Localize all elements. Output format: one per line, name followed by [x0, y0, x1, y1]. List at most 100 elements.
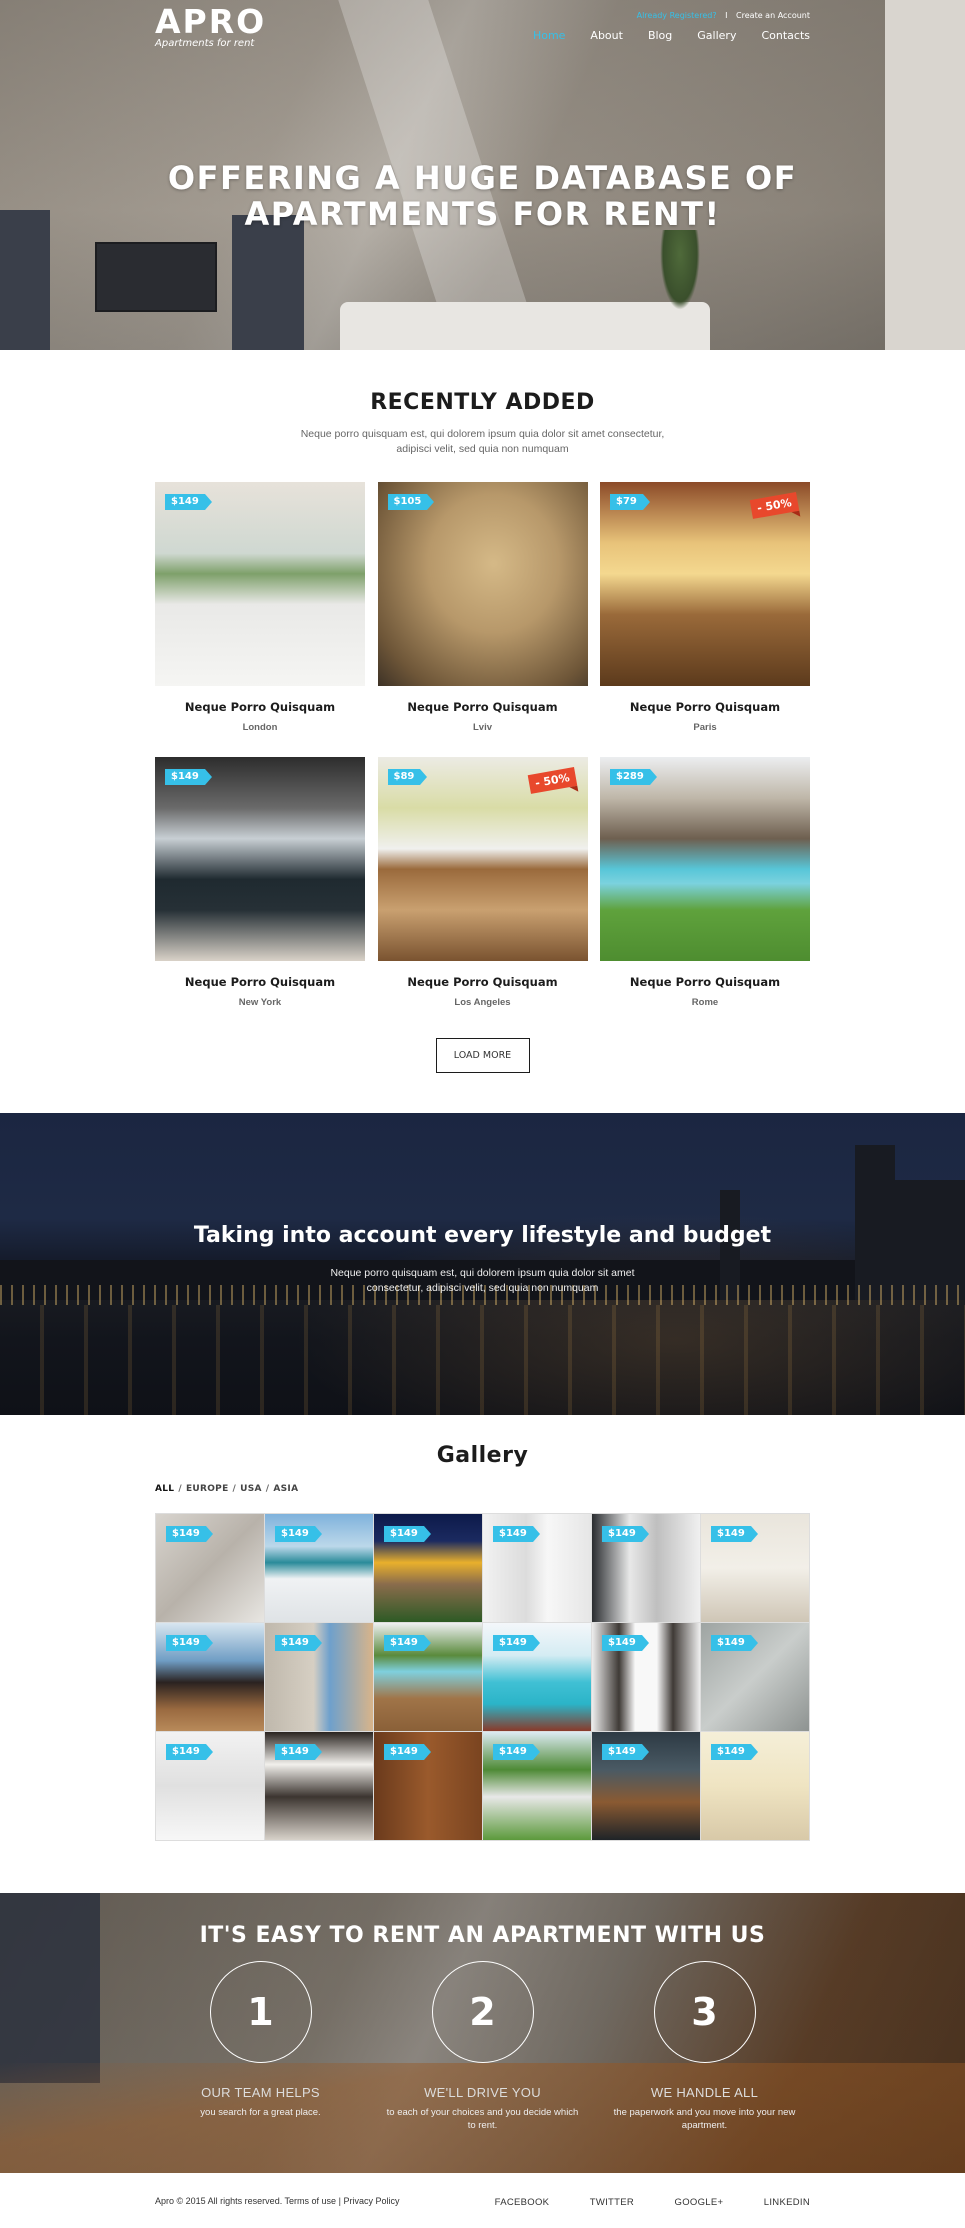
price-tag: $149 — [275, 1526, 322, 1542]
gallery-item[interactable]: $149 — [483, 1514, 591, 1622]
social-links: FACEBOOK TWITTER GOOGLE+ LINKEDIN — [459, 2192, 810, 2210]
listing-photo — [600, 757, 810, 961]
price-tag: $149 — [166, 1744, 213, 1760]
already-registered-link[interactable]: Already Registered? — [637, 11, 717, 20]
price-tag: $149 — [384, 1744, 431, 1760]
listing-card[interactable]: $149 Neque Porro Quisquam New York — [155, 757, 365, 1008]
gallery-item[interactable]: $149 — [701, 1514, 809, 1622]
filter-europe[interactable]: EUROPE — [186, 1484, 229, 1494]
facebook-link[interactable]: FACEBOOK — [495, 2197, 550, 2208]
steps-list: 1 OUR TEAM HELPS you search for a great … — [0, 1961, 965, 2132]
gallery-item[interactable]: $149 — [701, 1732, 809, 1840]
gallery-item[interactable]: $149 — [592, 1623, 700, 1731]
terms-link[interactable]: Terms of use — [285, 2196, 337, 2206]
footer-copyright: Apro © 2015 All rights reserved. Terms o… — [155, 2196, 399, 2206]
price-tag: $149 — [711, 1526, 758, 1542]
gallery-item[interactable]: $149 — [374, 1623, 482, 1731]
step-number-circle: 2 — [431, 1961, 534, 2063]
price-tag: $289 — [610, 769, 657, 785]
price-tag: $149 — [166, 1635, 213, 1651]
listing-card[interactable]: $79 - 50% Neque Porro Quisquam Paris — [600, 482, 810, 733]
load-more-button[interactable]: LOAD MORE — [435, 1038, 530, 1073]
nav-home[interactable]: Home — [533, 29, 565, 42]
listing-title[interactable]: Neque Porro Quisquam — [155, 700, 365, 714]
main-nav: Home About Blog Gallery Contacts — [508, 29, 810, 42]
listing-image[interactable]: $149 — [155, 482, 365, 686]
gallery-item[interactable]: $149 — [701, 1623, 809, 1731]
price-tag: $149 — [602, 1635, 649, 1651]
listing-city: London — [242, 722, 278, 733]
listing-title[interactable]: Neque Porro Quisquam — [600, 975, 810, 989]
filter-separator: / — [232, 1484, 237, 1494]
gallery-item[interactable]: $149 — [483, 1732, 591, 1840]
step-description: to each of your choices and you decide w… — [386, 2107, 579, 2131]
recently-added-title: RECENTLY ADDED — [370, 390, 595, 415]
listing-image[interactable]: $289 — [600, 757, 810, 961]
gallery-item[interactable]: $149 — [265, 1514, 373, 1622]
nav-contacts[interactable]: Contacts — [761, 29, 810, 42]
nav-about[interactable]: About — [590, 29, 623, 42]
steps-title: IT'S EASY TO RENT AN APARTMENT WITH US — [199, 1923, 766, 1948]
step-title: OUR TEAM HELPS — [201, 2085, 320, 2100]
site-logo[interactable]: APRO Apartments for rent — [155, 2, 267, 50]
listing-image[interactable]: $79 - 50% — [600, 482, 810, 686]
gallery-item[interactable]: $149 — [265, 1732, 373, 1840]
listing-image[interactable]: $89 - 50% — [377, 757, 588, 961]
listing-title[interactable]: Neque Porro Quisquam — [378, 700, 588, 714]
google-plus-link[interactable]: GOOGLE+ — [675, 2197, 724, 2208]
gallery-item[interactable]: $149 — [156, 1732, 264, 1840]
step-number-circle: 1 — [209, 1961, 312, 2063]
recently-added-section: RECENTLY ADDED Neque porro quisquam est,… — [0, 350, 965, 1093]
gallery-item[interactable]: $149 — [592, 1732, 700, 1840]
step-item: 3 WE HANDLE ALL the paperwork and you mo… — [594, 1961, 816, 2132]
twitter-link[interactable]: TWITTER — [590, 2197, 634, 2208]
linkedin-link[interactable]: LINKEDIN — [764, 2197, 810, 2208]
hero-background-plant — [660, 230, 700, 310]
step-item: 1 OUR TEAM HELPS you search for a great … — [150, 1961, 372, 2132]
logo-name: APRO — [155, 2, 267, 41]
gallery-item[interactable]: $149 — [374, 1732, 482, 1840]
listing-grid: $149 Neque Porro Quisquam London $105 Ne… — [155, 482, 810, 1008]
filter-all[interactable]: ALL — [155, 1484, 174, 1494]
price-tag: $149 — [711, 1744, 758, 1760]
listing-photo — [155, 757, 365, 961]
listing-photo — [377, 482, 588, 686]
step-title: WE'LL DRIVE YOU — [424, 2085, 541, 2100]
gallery-item[interactable]: $149 — [156, 1514, 264, 1622]
nav-blog[interactable]: Blog — [648, 29, 672, 42]
banner-title: Taking into account every lifestyle and … — [193, 1223, 772, 1248]
create-account-link[interactable]: Create an Account — [736, 11, 810, 20]
gallery-item[interactable]: $149 — [374, 1514, 482, 1622]
step-title: WE HANDLE ALL — [650, 2085, 759, 2100]
filter-usa[interactable]: USA — [240, 1484, 262, 1494]
listing-title[interactable]: Neque Porro Quisquam — [600, 700, 810, 714]
gallery-item[interactable]: $149 — [483, 1623, 591, 1731]
filter-asia[interactable]: ASIA — [273, 1484, 298, 1494]
nav-gallery[interactable]: Gallery — [697, 29, 736, 42]
listing-card[interactable]: $149 Neque Porro Quisquam London — [155, 482, 365, 733]
listing-image[interactable]: $105 — [377, 482, 588, 686]
listing-title[interactable]: Neque Porro Quisquam — [155, 975, 365, 989]
footer-separator: | — [338, 2195, 341, 2206]
hero-section: APRO Apartments for rent Already Registe… — [0, 0, 965, 350]
site-footer: Apro © 2015 All rights reserved. Terms o… — [0, 2173, 965, 2228]
price-tag: $149 — [711, 1635, 758, 1651]
filter-separator: / — [178, 1484, 182, 1494]
price-tag: $89 — [387, 769, 428, 785]
gallery-item[interactable]: $149 — [156, 1623, 264, 1731]
gallery-item[interactable]: $149 — [592, 1514, 700, 1622]
privacy-link[interactable]: Privacy Policy — [343, 2196, 399, 2206]
listing-card[interactable]: $105 Neque Porro Quisquam Lviv — [377, 482, 588, 733]
listing-card[interactable]: $289 Neque Porro Quisquam Rome — [600, 757, 810, 1008]
price-tag: $149 — [275, 1744, 322, 1760]
price-tag: $149 — [275, 1635, 322, 1651]
gallery-filters: ALL / EUROPE / USA / ASIA — [155, 1484, 810, 1494]
listing-card[interactable]: $89 - 50% Neque Porro Quisquam Los Angel… — [377, 757, 588, 1008]
listing-title[interactable]: Neque Porro Quisquam — [378, 975, 588, 989]
listing-image[interactable]: $149 — [155, 757, 365, 961]
gallery-item[interactable]: $149 — [265, 1623, 373, 1731]
price-tag: $149 — [493, 1526, 540, 1542]
price-tag: $79 — [610, 494, 650, 510]
account-links: Already Registered? I Create an Account — [637, 11, 810, 20]
price-tag: $149 — [384, 1526, 431, 1542]
